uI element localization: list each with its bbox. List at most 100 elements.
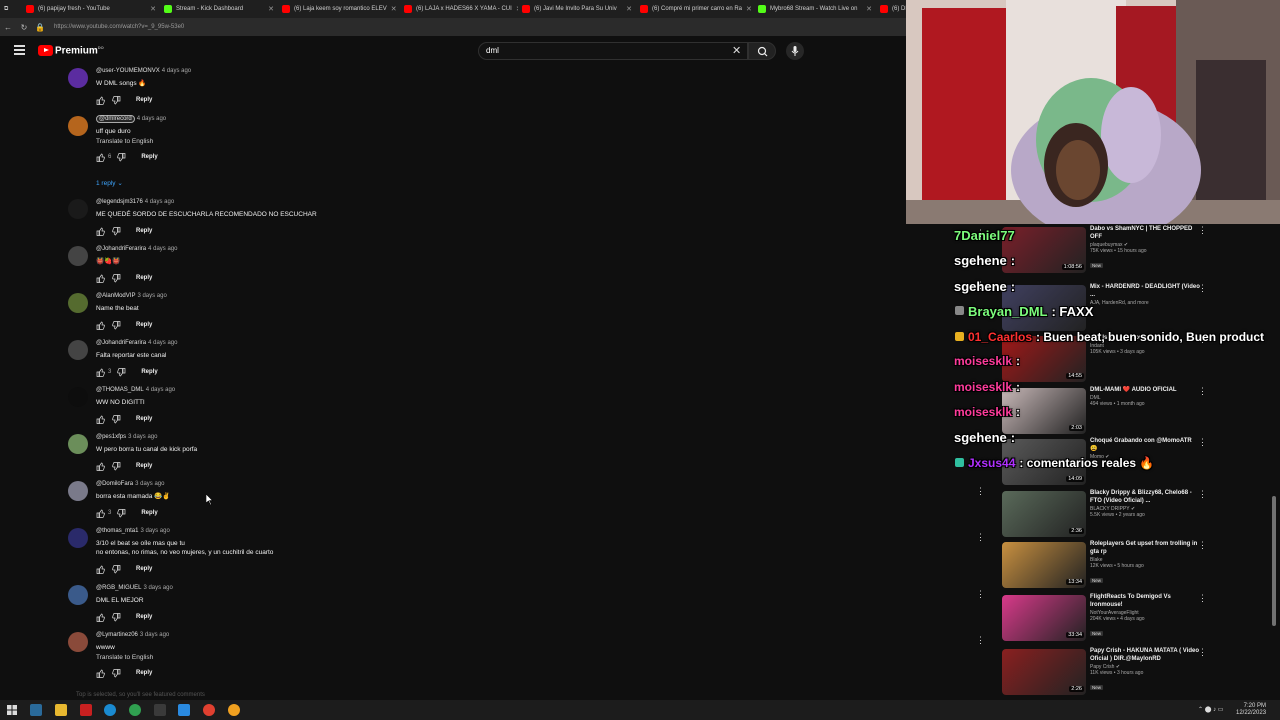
comment-time[interactable]: 4 days ago	[145, 199, 174, 205]
app-icon[interactable]	[80, 704, 92, 716]
comment-time[interactable]: 4 days ago	[148, 340, 177, 346]
windows-start-icon[interactable]	[6, 704, 18, 716]
like-icon[interactable]	[96, 462, 106, 471]
video-title[interactable]: Roleplayers Get upset from trolling in g…	[1090, 540, 1200, 556]
browser-tab[interactable]: (6) Compré mi primer carro en Ra ✕	[636, 0, 754, 18]
more-options-icon[interactable]: ⋮	[976, 486, 985, 497]
reply-button[interactable]: Reply	[136, 322, 152, 328]
dislike-icon[interactable]	[112, 564, 122, 574]
more-options-icon[interactable]: ⋮	[1198, 593, 1207, 604]
clock[interactable]: 7:20 PM 12/22/2023	[1236, 703, 1266, 717]
edge-icon[interactable]	[104, 704, 116, 716]
more-options-icon[interactable]: ⋮	[1198, 647, 1207, 658]
dislike-icon[interactable]	[117, 508, 127, 518]
reply-button[interactable]: Reply	[136, 566, 152, 572]
translate-link[interactable]: Translate to English	[96, 138, 486, 145]
browser-tab[interactable]: (6) DML-N	[876, 0, 906, 18]
video-title[interactable]: FlightReacts To Demigod Vs Ironmouse!	[1090, 593, 1200, 609]
avatar[interactable]	[68, 340, 88, 360]
comment-author[interactable]: @RGB_MIGUEL	[96, 585, 141, 591]
more-options-icon[interactable]: ⋮	[1198, 386, 1207, 397]
video-item[interactable]: 2:36 Blacky Drippy & Blizzy68, Chelo68 - …	[1002, 489, 1272, 537]
reply-button[interactable]: Reply	[141, 369, 157, 375]
browser-tab[interactable]: (6) papijay fresh - YouTube ✕	[22, 0, 160, 18]
obs-icon[interactable]	[154, 704, 166, 716]
video-item[interactable]: 2:03 DML-MAMI ❤️ AUDIO OFICIAL DML 494 view…	[1002, 386, 1272, 434]
avatar[interactable]	[68, 199, 88, 219]
tab-close-icon[interactable]: ✕	[622, 5, 632, 13]
dislike-icon[interactable]	[117, 367, 127, 377]
browser-tab[interactable]: (6) LAJA x HADES66 X YAMA - CUI✕	[400, 0, 518, 18]
dislike-icon[interactable]	[112, 95, 122, 105]
tray-icons[interactable]: ⌃ ⬤ ♪ ▭	[1198, 706, 1223, 713]
youtube-brand[interactable]: PremiumDO	[55, 45, 104, 56]
browser-tab[interactable]: (6) Laja keem soy romantico ELEV ✕	[278, 0, 400, 18]
more-options-icon[interactable]: ⋮	[976, 589, 985, 600]
dislike-icon[interactable]	[112, 668, 122, 678]
comment-time[interactable]: 4 days ago	[162, 68, 191, 74]
video-title[interactable]: Choqué Grabando con @MomoATR 😩	[1090, 437, 1200, 453]
more-options-icon[interactable]: ⋮	[976, 635, 985, 646]
avatar[interactable]	[68, 116, 88, 136]
more-options-icon[interactable]: ⋮	[1198, 225, 1207, 236]
taskview-icon[interactable]	[30, 704, 42, 716]
browser-tab[interactable]: Stream - Kick Dashboard ✕	[160, 0, 278, 18]
tab-close-icon[interactable]: ✕	[742, 5, 752, 13]
avatar[interactable]	[68, 293, 88, 313]
comment-author[interactable]: @DomiloFara	[96, 481, 133, 487]
like-icon[interactable]	[96, 153, 106, 162]
comment-time[interactable]: 3 days ago	[140, 632, 169, 638]
app2-icon[interactable]	[228, 704, 240, 716]
mic-button[interactable]	[786, 42, 804, 60]
search-input[interactable]	[478, 42, 748, 60]
like-icon[interactable]	[96, 227, 106, 236]
like-icon[interactable]	[96, 415, 106, 424]
video-item[interactable]: 2:26 Papy Crish - HAKUNA MATATA ( Video O…	[1002, 647, 1272, 695]
view-replies-button[interactable]: 1 reply ⌄	[96, 179, 123, 187]
clear-search-icon[interactable]: ✕	[732, 44, 741, 57]
video-title[interactable]: DML-MAMI ❤️ AUDIO OFICIAL	[1090, 386, 1200, 394]
file-explorer-icon[interactable]	[55, 704, 67, 716]
reply-button[interactable]: Reply	[141, 154, 157, 160]
like-icon[interactable]	[96, 321, 106, 330]
comment-author[interactable]: @JohandriFerarira	[96, 246, 146, 252]
comment-author[interactable]: @Lymartinez06	[96, 632, 138, 638]
avatar[interactable]	[68, 632, 88, 652]
video-item[interactable]: 13:34 Roleplayers Get upset from trolling…	[1002, 540, 1272, 588]
menu-icon[interactable]	[14, 45, 25, 55]
spotify-icon[interactable]	[129, 704, 141, 716]
tab-actions-icon[interactable]: ⧉	[0, 0, 22, 18]
reply-button[interactable]: Reply	[136, 416, 152, 422]
telegram-icon[interactable]	[178, 704, 190, 716]
video-thumbnail[interactable]: 2:36	[1002, 491, 1086, 537]
video-title[interactable]: Mix - HARDENRD - DEADLIGHT (Video ...	[1090, 283, 1200, 299]
tab-close-icon[interactable]: ✕	[146, 5, 156, 13]
comment-author[interactable]: @AlanModVIP	[96, 293, 135, 299]
dislike-icon[interactable]	[112, 414, 122, 424]
avatar[interactable]	[68, 246, 88, 266]
comment-time[interactable]: 3 days ago	[143, 585, 172, 591]
avatar[interactable]	[68, 528, 88, 548]
browser-tab[interactable]: Mybro68 Stream - Watch Live on ✕	[754, 0, 876, 18]
sidebar-scrollbar[interactable]	[1272, 496, 1276, 626]
comment-time[interactable]: 4 days ago	[137, 116, 166, 122]
reply-button[interactable]: Reply	[136, 275, 152, 281]
video-thumbnail[interactable]: 13:34	[1002, 542, 1086, 588]
reply-button[interactable]: Reply	[141, 510, 157, 516]
comment-author[interactable]: @legendsjm3176	[96, 199, 143, 205]
more-options-icon[interactable]: ⋮	[1198, 437, 1207, 448]
translate-link[interactable]: Translate to English	[96, 654, 486, 661]
comment-author[interactable]: @dmlrecord	[96, 115, 135, 123]
back-icon[interactable]: ←	[0, 23, 16, 32]
video-item[interactable]: 1:08:56 Dabo vs ShamNYC | THE CHOPPED OFF…	[1002, 225, 1272, 273]
search-value[interactable]: dml	[486, 46, 499, 55]
comment-time[interactable]: 3 days ago	[140, 528, 169, 534]
comment-author[interactable]: @pes1xfps	[96, 434, 126, 440]
comment-time[interactable]: 3 days ago	[137, 293, 166, 299]
video-thumbnail[interactable]: 2:26	[1002, 649, 1086, 695]
video-title[interactable]: Blacky Drippy & Blizzy68, Chelo68 - FTO …	[1090, 489, 1200, 505]
reply-button[interactable]: Reply	[136, 463, 152, 469]
avatar[interactable]	[68, 481, 88, 501]
like-icon[interactable]	[96, 613, 106, 622]
avatar[interactable]	[68, 434, 88, 454]
